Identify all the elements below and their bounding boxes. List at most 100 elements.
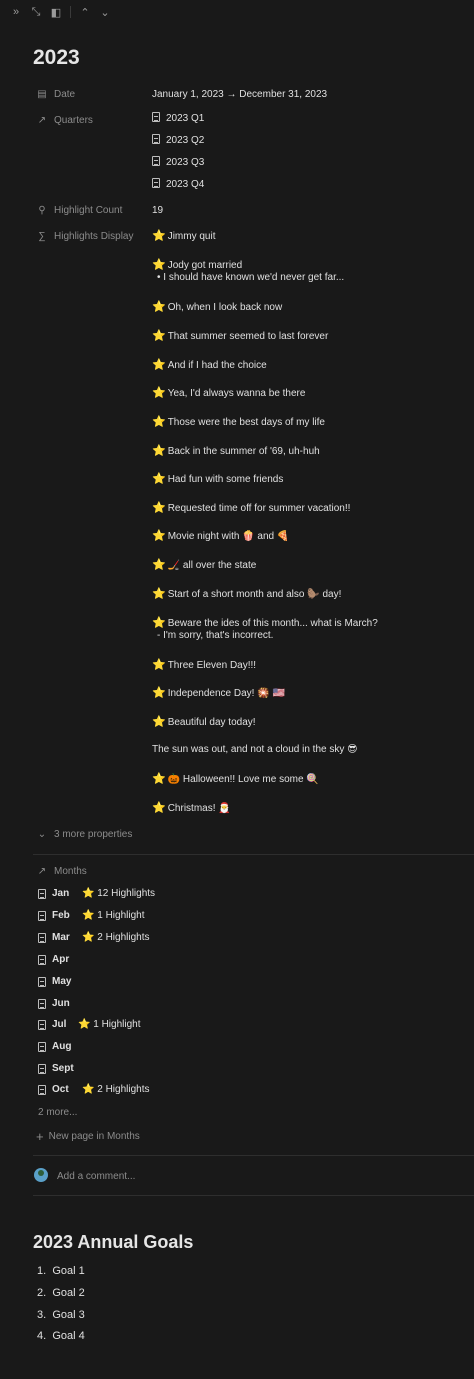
property-label: Highlights Display xyxy=(54,230,134,242)
arrow-up-right-icon: ↗ xyxy=(37,865,47,877)
star-icon: ⭐ xyxy=(152,659,166,671)
month-highlight-badge: ⭐ 1 Highlight xyxy=(78,1019,141,1030)
month-row[interactable]: Jun xyxy=(38,998,70,1009)
list-number: 1. xyxy=(37,1265,47,1277)
more-properties-toggle[interactable]: ⌄ 3 more properties xyxy=(36,827,133,841)
star-icon: ⭐ xyxy=(152,716,166,728)
quarter-label: 2023 Q3 xyxy=(166,157,205,168)
star-icon: ⭐ xyxy=(152,445,166,457)
property-quarters[interactable]: ↗ Quarters xyxy=(36,113,93,127)
month-name: Sept xyxy=(52,1063,74,1074)
month-name: Aug xyxy=(52,1041,72,1052)
quarter-label: 2023 Q4 xyxy=(166,179,205,190)
property-highlight-count[interactable]: ⚲ Highlight Count xyxy=(36,203,122,217)
highlight-text: 🎃 Halloween!! Love me some 🍭 xyxy=(167,774,319,785)
sidebar-icon[interactable]: ◧ xyxy=(50,5,62,19)
highlight-item: ⭐ Jody got married xyxy=(152,258,242,271)
chevron-down-icon: ⌄ xyxy=(37,828,47,840)
month-row[interactable]: Oct ⭐ 2 Highlights xyxy=(38,1084,149,1095)
document-icon xyxy=(152,112,160,122)
document-icon xyxy=(152,156,160,166)
months-section-header[interactable]: ↗ Months xyxy=(36,864,87,878)
section-divider xyxy=(33,854,474,855)
more-properties-label: 3 more properties xyxy=(54,828,133,840)
star-icon: ⭐ xyxy=(152,530,166,542)
document-icon xyxy=(38,954,46,965)
new-page-button[interactable]: + New page in Months xyxy=(36,1129,140,1144)
highlight-text: Those were the best days of my life xyxy=(167,417,325,428)
avatar xyxy=(34,1168,48,1182)
quarter-link[interactable]: 2023 Q4 xyxy=(152,178,204,191)
highlight-count-value: 19 xyxy=(152,205,164,216)
month-row[interactable]: Jan ⭐ 12 Highlights xyxy=(38,888,155,899)
property-label: Highlight Count xyxy=(54,204,123,216)
month-highlight-badge: ⭐ 12 Highlights xyxy=(82,888,156,899)
highlight-item: ⭐ Christmas! 🎅 xyxy=(152,801,231,814)
highlight-text: Three Eleven Day!!! xyxy=(167,660,257,671)
month-name: Mar xyxy=(52,932,70,943)
goal-text: Goal 1 xyxy=(52,1265,85,1277)
list-number: 4. xyxy=(37,1330,47,1342)
highlight-item: ⭐ Had fun with some friends xyxy=(152,472,283,485)
double-chevron-right-icon[interactable]: » xyxy=(10,5,22,19)
new-page-label: New page in Months xyxy=(48,1131,140,1142)
star-icon: ⭐ xyxy=(152,330,166,342)
document-icon xyxy=(38,1019,46,1030)
month-highlight-badge: ⭐ 2 Highlights xyxy=(82,1084,150,1095)
highlight-text: And if I had the choice xyxy=(167,360,267,371)
star-icon: ⭐ xyxy=(152,359,166,371)
highlight-item: ⭐ That summer seemed to last forever xyxy=(152,329,328,342)
property-highlights-display[interactable]: ∑ Highlights Display xyxy=(36,229,133,243)
month-row[interactable]: Apr xyxy=(38,954,69,965)
highlight-text: Had fun with some friends xyxy=(167,474,284,485)
star-icon: ⭐ xyxy=(152,802,166,814)
star-icon: ⭐ xyxy=(152,502,166,514)
chevron-up-icon[interactable]: ⌃ xyxy=(79,5,91,19)
quarter-link[interactable]: 2023 Q1 xyxy=(152,112,204,125)
document-icon xyxy=(38,998,46,1009)
highlight-item: ⭐ Independence Day! 🎇 🇺🇸 xyxy=(152,686,285,699)
highlight-item: ⭐ Movie night with 🍿 and 🍕 xyxy=(152,529,289,542)
highlight-text: Oh, when I look back now xyxy=(167,302,283,313)
highlight-item: ⭐ Start of a short month and also 🦫 day! xyxy=(152,587,341,600)
plus-icon: + xyxy=(36,1129,44,1144)
month-row[interactable]: Feb ⭐ 1 Highlight xyxy=(38,910,144,921)
document-icon xyxy=(152,134,160,144)
chevron-down-icon[interactable]: ⌄ xyxy=(99,5,111,19)
list-number: 2. xyxy=(37,1287,47,1299)
top-toolbar: » ⤡ ◧ ⌃ ⌄ xyxy=(10,4,111,20)
highlight-subtext: - I'm sorry, that's incorrect. xyxy=(157,630,274,641)
month-row[interactable]: Aug xyxy=(38,1041,71,1052)
highlight-item: ⭐ Oh, when I look back now xyxy=(152,300,282,313)
goal-list-item: 1. Goal 1 xyxy=(37,1265,85,1277)
show-more-link[interactable]: 2 more... xyxy=(38,1107,77,1118)
month-row[interactable]: May xyxy=(38,976,71,987)
highlight-item: ⭐ Three Eleven Day!!! xyxy=(152,658,256,671)
star-icon: ⭐ xyxy=(152,259,166,271)
sigma-icon: ∑ xyxy=(38,230,46,242)
star-icon: ⭐ xyxy=(152,687,166,699)
document-icon xyxy=(38,1063,46,1074)
comment-input[interactable]: Add a comment... xyxy=(57,1171,135,1182)
month-highlight-badge: ⭐ 2 Highlights xyxy=(82,932,150,943)
goal-list-item: 2. Goal 2 xyxy=(37,1287,85,1299)
expand-icon[interactable]: ⤡ xyxy=(30,5,42,19)
highlight-text: Back in the summer of '69, uh-huh xyxy=(167,446,320,457)
property-date[interactable]: ▤ Date xyxy=(36,87,75,101)
month-row[interactable]: Mar ⭐ 2 Highlights xyxy=(38,932,149,943)
month-name: Oct xyxy=(52,1084,69,1095)
star-icon: ⭐ xyxy=(152,473,166,485)
month-row[interactable]: Jul ⭐ 1 Highlight xyxy=(38,1019,140,1030)
quarter-link[interactable]: 2023 Q3 xyxy=(152,156,204,169)
document-icon xyxy=(38,888,46,899)
star-icon: ⭐ xyxy=(152,588,166,600)
month-row[interactable]: Sept xyxy=(38,1063,74,1074)
highlight-item: ⭐ Beware the ides of this month... what i… xyxy=(152,616,378,629)
quarter-link[interactable]: 2023 Q2 xyxy=(152,134,204,147)
document-icon xyxy=(38,1084,46,1095)
date-value[interactable]: January 1, 2023 → December 31, 2023 xyxy=(152,88,327,101)
highlight-text: Jimmy quit xyxy=(167,231,216,242)
document-icon xyxy=(38,1041,46,1052)
property-label: Quarters xyxy=(54,114,93,126)
list-number: 3. xyxy=(37,1309,47,1321)
